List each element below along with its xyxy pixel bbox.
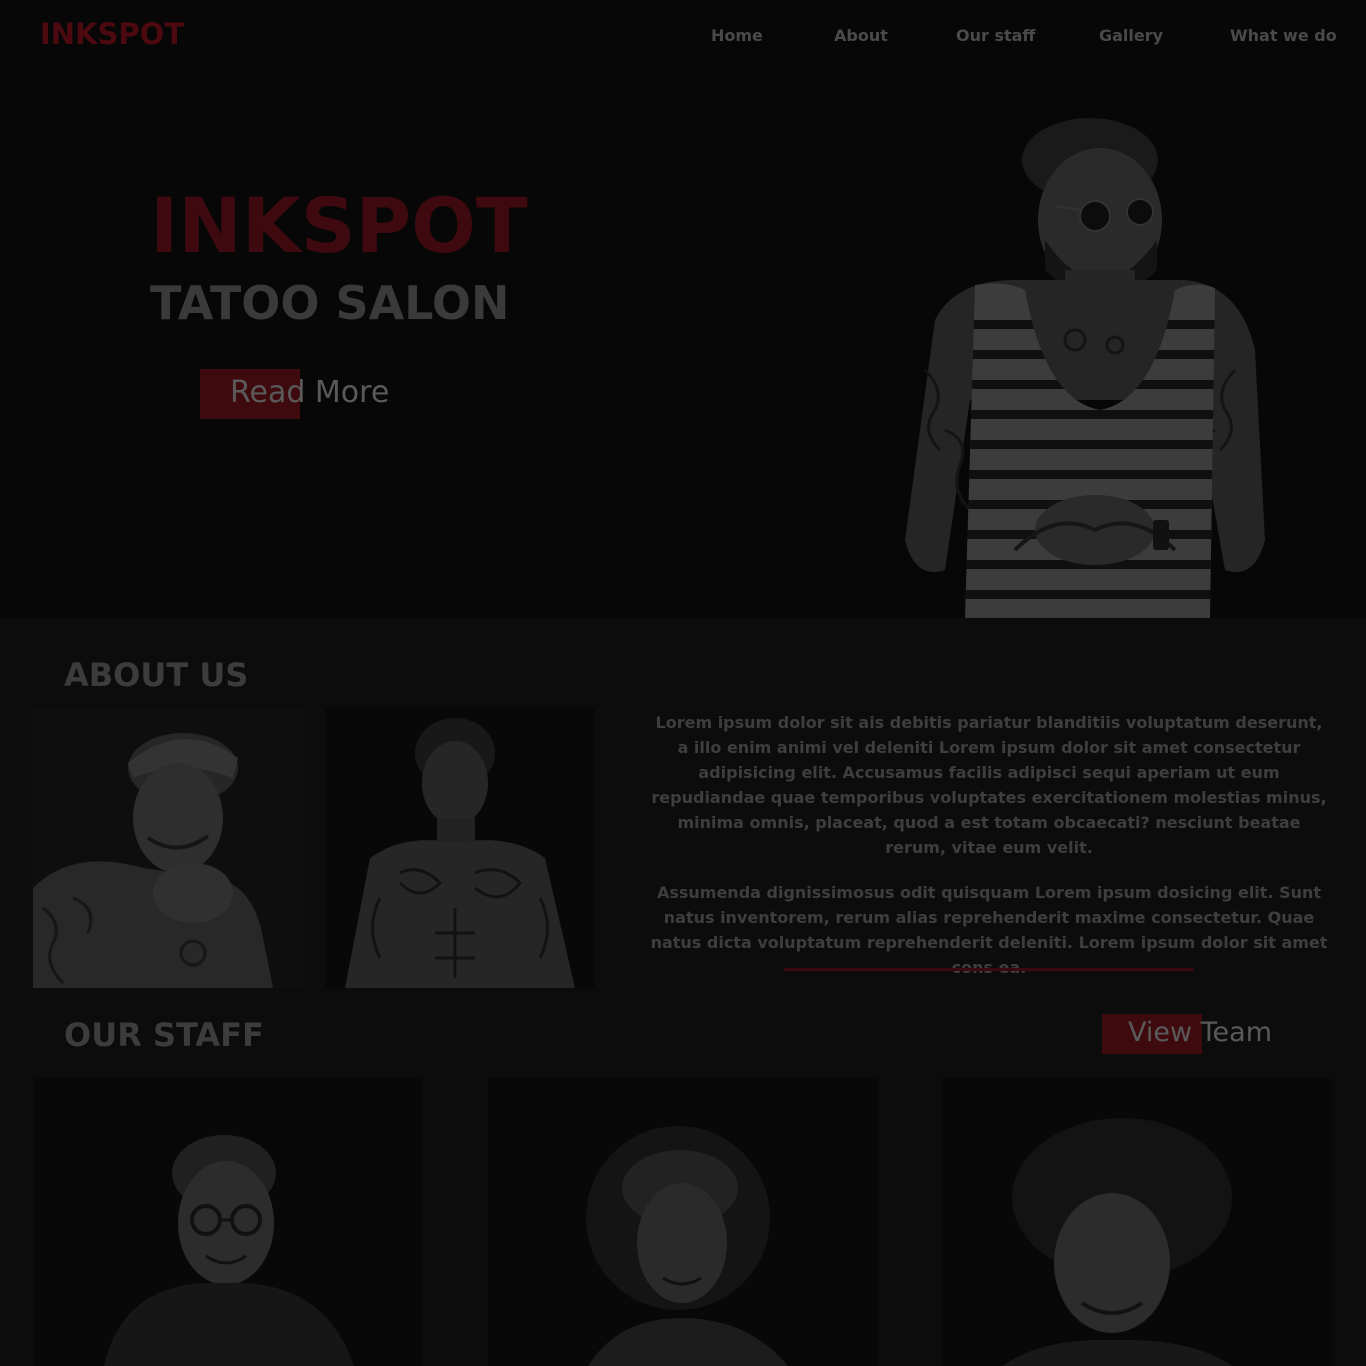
read-more-button[interactable]: Read More (200, 369, 410, 419)
hero-title: INKSPOT (150, 181, 528, 270)
staff-title: OUR STAFF (64, 1016, 264, 1054)
view-team-button-label: View Team (1128, 1017, 1273, 1048)
nav-link-what-we-do[interactable]: What we do (1230, 26, 1337, 45)
about-photo-shirtless-tattooed-man (325, 708, 595, 988)
about-paragraph-2: Assumenda dignissimosus odit quisquam Lo… (650, 883, 1328, 977)
main-nav: Home About Our staff Gallery What we do (0, 26, 1366, 46)
hero-tattooed-man-image (895, 110, 1275, 618)
nav-link-about[interactable]: About (834, 26, 888, 45)
staff-card-smiling-curly-man[interactable] (942, 1078, 1332, 1366)
nav-link-our-staff[interactable]: Our staff (956, 26, 1035, 45)
read-more-button-label: Read More (230, 375, 390, 410)
about-description: Lorem ipsum dolor sit ais debitis pariat… (648, 710, 1330, 980)
staff-card-curly-hair-man[interactable] (488, 1078, 878, 1366)
about-divider (784, 968, 1194, 971)
about-section: ABOUT US Lorem ipsum dolor sit ais debit… (0, 618, 1366, 998)
about-photo-man-with-cap (33, 708, 303, 988)
hero-section: INKSPOT TATOO SALON Read More (0, 70, 1366, 618)
top-navbar: INKSPOT Home About Our staff Gallery Wha… (0, 0, 1366, 70)
staff-card-glasses-man[interactable] (34, 1078, 422, 1366)
view-team-button[interactable]: View Team (1102, 1014, 1272, 1054)
nav-link-home[interactable]: Home (711, 26, 763, 45)
hero-subtitle: TATOO SALON (150, 276, 510, 330)
about-title: ABOUT US (64, 656, 249, 694)
about-paragraph-1: Lorem ipsum dolor sit ais debitis pariat… (651, 713, 1327, 857)
nav-link-gallery[interactable]: Gallery (1099, 26, 1163, 45)
staff-section: OUR STAFF View Team (0, 998, 1366, 1366)
